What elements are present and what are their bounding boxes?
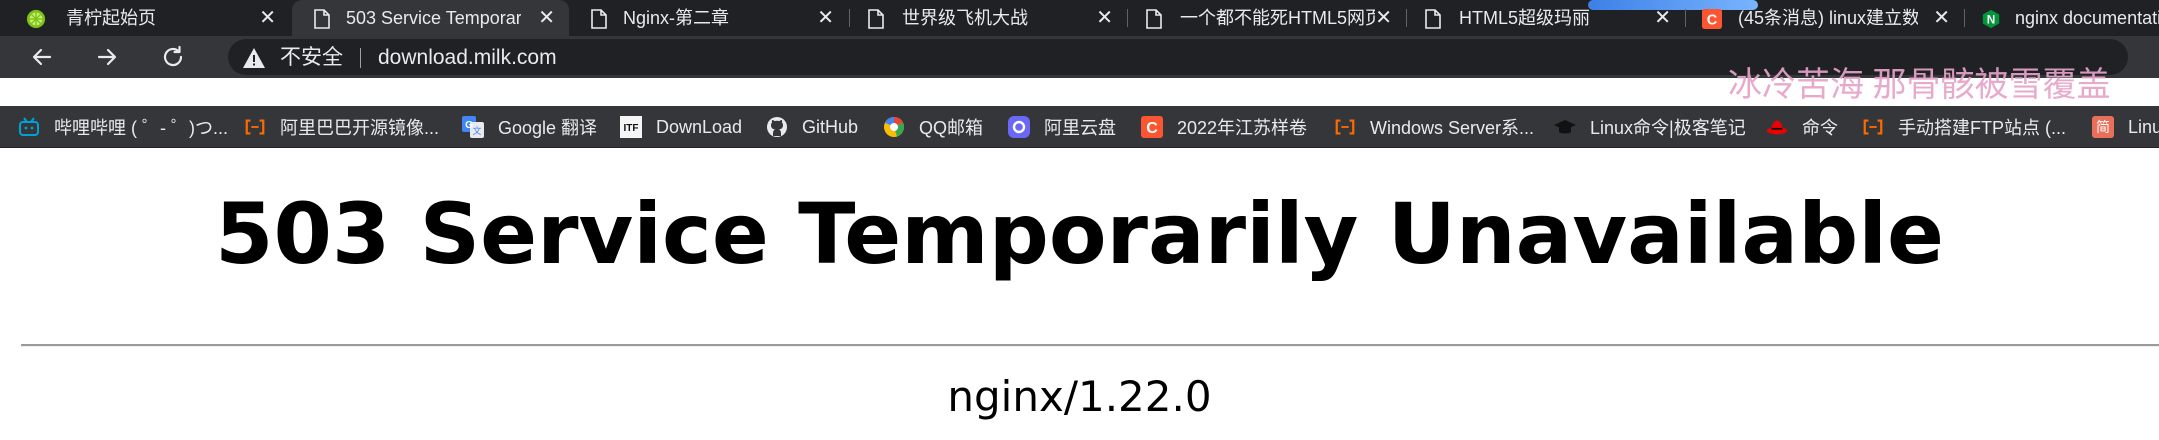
page-icon [589,9,609,29]
aliyun-icon [1862,116,1884,138]
bookmark-command[interactable]: 命令 [1766,106,1838,148]
desktop-overlay-lyric: 冰冷苦海 那骨骸被雪覆盖 [1728,67,2111,104]
redhat-icon [1766,116,1788,138]
bookmark-jianshu-linux[interactable]: 简 Linux [2092,106,2159,148]
bookmark-jiangsu-exam[interactable]: C 2022年江苏样卷 [1141,106,1307,148]
tab-nginx-docs[interactable]: N nginx documentation [1965,0,2159,36]
svg-text:C: C [1146,120,1158,137]
lime-icon [26,9,46,29]
csdn-icon: C [1702,9,1722,29]
bookmark-ftp-site[interactable]: 手动搭建FTP站点 (... [1862,106,2066,148]
bilibili-icon [18,116,40,138]
svg-text:ITF: ITF [624,123,639,134]
tab-close-icon[interactable]: ✕ [538,8,555,28]
page-content: 503 Service Temporarily Unavailable ngin… [0,148,2159,440]
bookmark-qq-mail[interactable]: QQ邮箱 [883,106,983,148]
security-status-label[interactable]: 不安全 [280,47,343,69]
tab-csdn-linux-db[interactable]: C (45条消息) linux建立数据库 ✕ [1686,0,1964,36]
page-icon [312,9,332,29]
tab-close-icon[interactable]: ✕ [1375,8,1392,28]
svg-text:C: C [1707,12,1718,28]
tab-close-icon[interactable]: ✕ [817,8,834,28]
tab-close-icon[interactable]: ✕ [1096,8,1113,28]
csdn-icon: C [1141,116,1163,138]
graduation-cap-icon [1554,116,1576,138]
tab-title: Nginx-第二章 [623,8,730,28]
bookmarks-bar: 哔哩哔哩 ( ゜- ゜)つ... 阿里巴巴开源镜像... G文 Google 翻… [0,106,2159,148]
tab-title: HTML5超级玛丽 [1459,8,1591,28]
bookmark-windows-server[interactable]: Windows Server系... [1334,106,1534,148]
bookmark-label: 哔哩哔哩 ( ゜- ゜)つ... [54,118,228,138]
jianshu-icon: 简 [2092,116,2114,138]
aliyun-drive-icon [1008,116,1030,138]
arrow-left-icon [32,48,52,66]
page-title: 503 Service Temporarily Unavailable [215,185,1944,283]
tab-503-active[interactable]: 503 Service Temporarily Unavailable ✕ [292,0,569,36]
warning-icon[interactable] [242,47,266,74]
tab-plane-war[interactable]: 世界级飞机大战 ✕ [850,0,1127,36]
tab-close-icon[interactable]: ✕ [259,8,276,28]
tab-qingning-start[interactable]: 青柠起始页 ✕ [0,0,290,36]
bookmark-label: Linux命令|极客笔记 [1590,118,1746,138]
bookmark-download[interactable]: ITF DownLoad [620,106,742,148]
aliyun-icon [1334,116,1356,138]
tab-title: 青柠起始页 [66,8,156,28]
tab-title: 世界级飞机大战 [902,8,1028,28]
download-site-icon: ITF [620,116,642,138]
bookmark-label: 命令 [1802,118,1838,138]
bookmark-label: GitHub [802,116,859,137]
omnibox-divider [360,48,361,68]
tab-strip: 青柠起始页 ✕ 503 Service Temporarily Unavaila… [0,0,2159,36]
horizontal-rule [21,344,2159,347]
tab-nginx-chapter2[interactable]: Nginx-第二章 ✕ [571,0,848,36]
server-signature: nginx/1.22.0 [947,372,1212,421]
bookmark-label: DownLoad [656,116,743,137]
bookmark-google-translate[interactable]: G文 Google 翻译 [462,106,597,148]
tab-title: 一个都不能死HTML5网页游戏 [1180,8,1375,28]
bookmark-label: 阿里云盘 [1044,118,1116,138]
bookmark-aliyun-mirror[interactable]: 阿里巴巴开源镜像... [244,106,439,148]
svg-text:文: 文 [472,125,481,136]
github-icon [766,116,788,138]
tab-title: 503 Service Temporarily Unavailable [346,8,521,28]
bookmark-label: Google 翻译 [498,118,598,138]
page-icon [1423,9,1443,29]
arrow-right-icon [97,48,117,66]
svg-text:简: 简 [2096,119,2110,136]
bookmark-label: 阿里巴巴开源镜像... [280,118,440,138]
bookmark-label: 手动搭建FTP站点 (... [1898,118,2066,138]
page-icon [1144,9,1164,29]
bookmark-github[interactable]: GitHub [766,106,858,148]
forward-button[interactable] [93,43,121,71]
back-button[interactable] [28,43,56,71]
reload-icon [163,45,183,67]
tab-close-icon[interactable]: ✕ [1654,8,1671,28]
tab-html5-game[interactable]: 一个都不能死HTML5网页游戏 ✕ [1128,0,1406,36]
bookmark-linux-commands[interactable]: Linux命令|极客笔记 [1554,106,1746,148]
svg-text:N: N [1987,13,1996,27]
reload-button[interactable] [159,43,187,71]
bookmark-label: Linux [2128,116,2159,137]
bookmark-label: Windows Server系... [1370,118,1535,138]
bookmark-aliyun-drive[interactable]: 阿里云盘 [1008,106,1116,148]
bookmark-label: QQ邮箱 [919,118,984,138]
bookmark-bilibili[interactable]: 哔哩哔哩 ( ゜- ゜)つ... [18,106,228,148]
bookmark-label: 2022年江苏样卷 [1177,118,1308,138]
tab-title: nginx documentation [2015,8,2159,28]
nginx-icon: N [1981,9,2001,29]
aliyun-icon [244,116,266,138]
url-text[interactable]: download.milk.com [378,47,557,69]
google-translate-icon: G文 [462,116,484,138]
page-icon [866,9,886,29]
qq-mail-icon [883,116,905,138]
tab-title: (45条消息) linux建立数据库 [1738,8,1918,28]
tab-close-icon[interactable]: ✕ [1933,8,1950,28]
